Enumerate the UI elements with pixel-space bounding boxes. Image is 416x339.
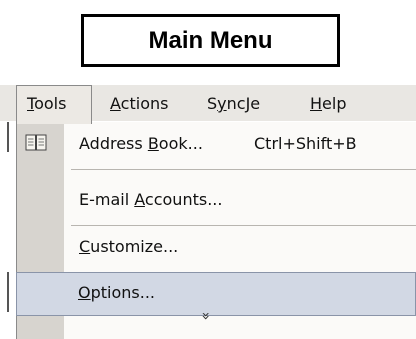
window-left-edge — [0, 122, 16, 339]
menu-help-rest: elp — [322, 94, 347, 113]
label-rest: ccounts... — [144, 190, 223, 209]
menu-item-label: E-mail Accounts... — [79, 179, 222, 221]
label-pre: E-mail — [79, 190, 135, 209]
label-accel: B — [147, 134, 159, 153]
menu-syncje-rest: ncJe — [226, 94, 261, 113]
label-rest: ptions... — [90, 283, 155, 302]
menu-item-address-book[interactable]: Address Book... Ctrl+Shift+B — [17, 123, 416, 167]
menu-item-customize[interactable]: Customize... — [17, 226, 416, 270]
tools-dropdown-menu: Address Book... Ctrl+Shift+B E-mail Acco… — [16, 122, 416, 339]
menu-actions-accel: A — [110, 94, 121, 113]
label-pre: Address — [79, 134, 148, 153]
menu-syncje-accel: y — [217, 94, 227, 113]
menu-separator — [71, 169, 416, 170]
label-accel: A — [134, 190, 145, 209]
address-book-icon — [25, 134, 47, 152]
edge-tick — [7, 272, 9, 312]
menu-help-accel: H — [310, 94, 323, 113]
double-chevron-down-icon[interactable]: » — [197, 307, 213, 325]
label-rest: ook... — [158, 134, 203, 153]
page-title: Main Menu — [81, 14, 340, 67]
menu-tools-accel: T — [27, 94, 35, 113]
expand-glyph: » — [196, 311, 213, 321]
label-accel: O — [78, 283, 91, 302]
menu-help[interactable]: Help — [310, 85, 346, 122]
menu-tools[interactable]: Tools — [16, 85, 92, 124]
menu-syncje[interactable]: SyncJe — [207, 85, 260, 122]
edge-tick — [7, 122, 9, 152]
menu-bar: Tools Actions SyncJe Help — [0, 85, 416, 124]
menu-tools-rest: ools — [34, 94, 67, 113]
menu-actions[interactable]: Actions — [110, 85, 168, 122]
menu-item-label: Address Book... — [79, 123, 203, 165]
menu-item-email-accounts[interactable]: E-mail Accounts... — [17, 179, 416, 223]
menu-actions-rest: ctions — [120, 94, 169, 113]
menu-syncje-pre: S — [207, 94, 218, 113]
label-rest: ustomize... — [90, 237, 179, 256]
menu-item-shortcut: Ctrl+Shift+B — [254, 134, 357, 153]
page-title-text: Main Menu — [148, 26, 273, 54]
label-accel: C — [79, 237, 91, 256]
menu-item-options[interactable]: Options... — [16, 272, 416, 316]
menu-item-label: Options... — [78, 273, 155, 313]
menu-item-label: Customize... — [79, 226, 178, 268]
